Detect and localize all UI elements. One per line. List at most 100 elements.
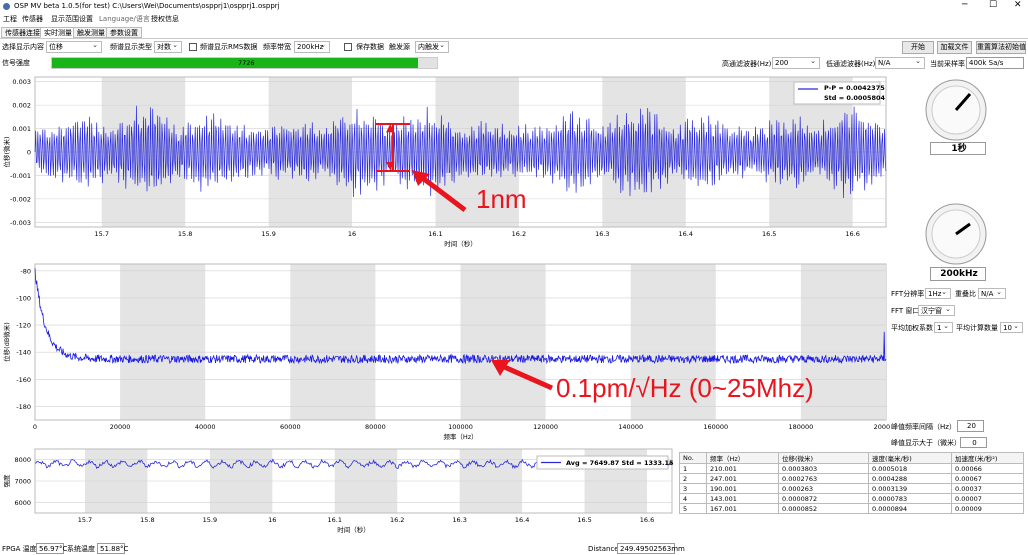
y-tick-label: -140	[16, 349, 31, 357]
time-window-value: 1秒	[930, 142, 986, 155]
table-row[interactable]: 4 143.001 0.0000872 0.0000783 0.00007	[679, 493, 1024, 504]
x-tick-label: 16	[268, 516, 276, 524]
menu-project[interactable]: 工程	[3, 16, 17, 23]
annotation-arrow-2	[491, 360, 554, 391]
window-title: OSP MV beta 1.0.5(for test) C:\Users\Wei…	[14, 2, 280, 10]
table-row[interactable]: 5 167.001 0.0000852 0.0000894 0.00009	[679, 503, 1024, 514]
menu-sensor[interactable]: 传感器	[22, 16, 43, 23]
reset-algorithm-button[interactable]: 重置算法初始值	[976, 41, 1026, 54]
overlap-select[interactable]: N/A	[978, 287, 1006, 299]
system-temp-value: 51.88°C	[97, 543, 128, 554]
y-tick-label: 0.003	[12, 78, 31, 86]
avg-weight-select[interactable]: 1	[934, 321, 953, 333]
x-tick-label: 16.1	[428, 230, 442, 238]
rms-label: 频谱显示RMS数据	[200, 43, 258, 51]
x-tick-label: 80000	[365, 423, 386, 431]
menu-range[interactable]: 显示范围设置	[51, 16, 93, 23]
table-row[interactable]: 2 247.001 0.0002763 0.0004288 0.00067	[679, 473, 1024, 484]
y-tick-label: 0.002	[12, 102, 31, 110]
time-window-knob[interactable]	[924, 78, 988, 142]
maximize-icon[interactable]: ☐	[989, 1, 997, 10]
bandwidth-select[interactable]: 200kHz	[294, 40, 330, 53]
legend-pp: P-P = 0.0042375	[824, 84, 885, 92]
menu-bar: 工程 传感器 显示范围设置 Language/语言 授权信息	[0, 14, 1028, 25]
sample-rate-label: 当前采样率	[930, 60, 965, 68]
y-axis-label: 强度	[2, 474, 11, 488]
rms-checkbox[interactable]	[189, 43, 197, 51]
bandwidth-knob[interactable]	[924, 202, 988, 266]
tab-divider	[0, 38, 1028, 39]
avg-count-select[interactable]: 10	[1000, 321, 1023, 333]
spectrum-chart: -80 -100 -120 -140 -160 -180 0 20000 40000 60000 8…	[2, 263, 890, 441]
trigger-source-label: 触发源	[389, 43, 410, 51]
x-tick-label: 16.5	[577, 516, 591, 524]
col-displacement[interactable]: 位移(微米)	[778, 452, 869, 464]
x-tick-label: 15.8	[140, 516, 154, 524]
menu-license[interactable]: 授权信息	[151, 16, 179, 23]
x-axis-label: 时间（秒）	[337, 525, 370, 534]
annotation-up-arrowhead: ▲	[386, 121, 395, 134]
title-bar: OSP MV beta 1.0.5(for test) C:\Users\Wei…	[0, 0, 1028, 13]
tab-sensor-connect[interactable]: 传感器连接	[1, 27, 44, 38]
y-tick-label: -80	[20, 267, 31, 275]
app-icon	[3, 3, 10, 10]
fpga-temp-label: FPGA 温度	[2, 545, 37, 553]
intensity-chart: 8000 7000 6000 15.7 15.8 15.9 16 16.1 16.2 16.3 16…	[2, 448, 674, 534]
menu-language[interactable]: Language/语言	[99, 16, 150, 23]
spectrum-type-select[interactable]: 对数	[154, 40, 182, 53]
x-tick-label: 16.4	[515, 516, 529, 524]
x-tick-label: 16.5	[762, 230, 776, 238]
x-tick-label: 15.8	[178, 230, 192, 238]
fft-window-select[interactable]: 汉宁窗	[918, 304, 955, 316]
x-tick-label: 0	[33, 423, 37, 431]
overlap-label: 重叠比	[955, 290, 976, 298]
x-tick-label: 16	[348, 230, 356, 238]
peak-interval-input[interactable]: 20	[957, 420, 984, 432]
x-tick-label: 100000	[448, 423, 473, 431]
col-velocity[interactable]: 速度(毫米/秒)	[868, 452, 952, 464]
x-tick-label: 16.1	[328, 516, 342, 524]
col-acceleration[interactable]: 加速度(米/秒²)	[951, 452, 1024, 464]
col-no[interactable]: No.	[679, 452, 707, 464]
peak-interval-label: 峰值频率间隔（Hz）	[891, 423, 956, 431]
x-tick-label: 20000	[110, 423, 131, 431]
x-tick-label: 16.2	[512, 230, 526, 238]
peak-min-input[interactable]: 0	[960, 437, 987, 448]
minimize-icon[interactable]: ─	[962, 1, 967, 10]
avg-count-label: 平均计算数量	[956, 324, 998, 332]
y-tick-label: -180	[16, 403, 31, 411]
fft-resolution-select[interactable]: 1Hz	[925, 287, 951, 299]
distance-value: 249.49502563mm	[617, 543, 685, 554]
load-file-button[interactable]: 加载文件	[937, 41, 972, 54]
highpass-select[interactable]: 200	[772, 56, 820, 69]
plot-band	[290, 264, 376, 420]
tab-realtime[interactable]: 实时测量	[40, 27, 76, 38]
plot-band	[460, 264, 546, 420]
annotation-down-arrowhead: ▼	[386, 159, 395, 172]
system-temp-label: 系统温度	[67, 545, 95, 553]
legend-avg: Avg = 7649.87 Std = 1333.15	[566, 459, 674, 467]
save-data-checkbox[interactable]	[344, 43, 352, 51]
x-tick-label: 200000	[874, 423, 890, 431]
table-row[interactable]: 1 210.001 0.0003803 0.0005018 0.00066	[679, 463, 1024, 474]
sample-rate-value: 400k Sa/s	[966, 57, 1024, 69]
table-row[interactable]: 3 190.001 0.000263 0.0003139 0.00037	[679, 483, 1024, 494]
tab-params[interactable]: 参数设置	[106, 27, 142, 38]
display-content-select[interactable]: 位移	[46, 40, 102, 53]
x-tick-label: 180000	[788, 423, 813, 431]
x-tick-label: 15.9	[261, 230, 275, 238]
tab-trigger[interactable]: 触发测量	[73, 27, 109, 38]
legend-std: Std = 0.0005804	[824, 94, 886, 102]
close-icon[interactable]: ✕	[1014, 1, 1022, 10]
y-tick-label: 0.001	[12, 125, 31, 133]
x-tick-label: 16.6	[640, 516, 654, 524]
y-tick-label: -160	[16, 376, 31, 384]
col-frequency[interactable]: 频率（Hz）	[706, 452, 779, 464]
lowpass-select[interactable]: N/A	[875, 56, 925, 69]
start-button[interactable]: 开始	[902, 41, 934, 54]
bandwidth-label: 频率带宽	[263, 43, 291, 51]
x-tick-label: 15.7	[78, 516, 92, 524]
spectrum-type-label: 频谱显示类型	[110, 43, 152, 51]
annotation-arrow-1	[412, 170, 467, 212]
trigger-source-select[interactable]: 内触发	[415, 40, 449, 53]
